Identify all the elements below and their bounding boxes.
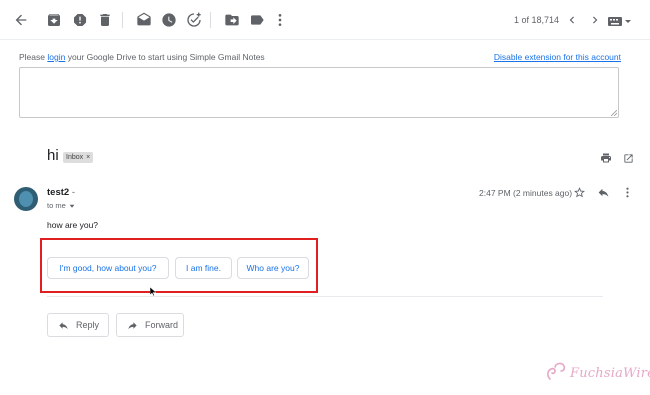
report-spam-icon[interactable] bbox=[72, 12, 88, 28]
more-vert-icon[interactable] bbox=[272, 12, 288, 28]
more-vert-icon[interactable] bbox=[621, 186, 634, 199]
sender-name[interactable]: test2 - bbox=[47, 187, 75, 198]
message-time: 2:47 PM (2 minutes ago) bbox=[479, 188, 573, 198]
reply-icon bbox=[59, 321, 68, 329]
toolbar-separator bbox=[210, 12, 211, 28]
smart-reply-1[interactable]: I'm good, how about you? bbox=[47, 257, 169, 279]
smart-reply-2[interactable]: I am fine. bbox=[175, 257, 232, 279]
notes-prefix: Please bbox=[19, 52, 48, 62]
disable-extension-link[interactable]: Disable extension for this account bbox=[494, 52, 621, 62]
label-remove-icon[interactable]: × bbox=[86, 152, 90, 163]
add-task-icon[interactable] bbox=[186, 12, 202, 28]
move-to-icon[interactable] bbox=[224, 12, 240, 28]
forward-label: Forward bbox=[145, 320, 179, 330]
reply-label: Reply bbox=[76, 320, 100, 330]
login-link[interactable]: login bbox=[47, 52, 65, 62]
sender-dash: - bbox=[69, 187, 75, 198]
reply-button[interactable]: Reply bbox=[47, 313, 109, 337]
recipient-details[interactable]: to me bbox=[47, 201, 75, 210]
avatar[interactable] bbox=[14, 187, 38, 211]
watermark: FuchsiaWire bbox=[546, 361, 650, 386]
email-subject: hi bbox=[47, 147, 59, 164]
toolbar-separator bbox=[122, 12, 123, 28]
notes-textarea[interactable] bbox=[19, 67, 619, 118]
recipient-text: to me bbox=[47, 201, 66, 210]
archive-icon[interactable] bbox=[46, 12, 62, 28]
fuchsiawire-logo-icon bbox=[546, 361, 568, 386]
forward-button[interactable]: Forward bbox=[116, 313, 184, 337]
notes-bar: Please login your Google Drive to start … bbox=[19, 52, 621, 62]
toolbar: 1 of 18,714 bbox=[0, 0, 650, 40]
print-icon[interactable] bbox=[600, 151, 612, 163]
input-tools-icon[interactable] bbox=[608, 14, 632, 28]
caret-down-icon bbox=[69, 204, 75, 208]
pagination-count: 1 of 18,714 bbox=[514, 15, 560, 25]
watermark-text: FuchsiaWire bbox=[570, 366, 650, 381]
open-in-new-window-icon[interactable] bbox=[623, 151, 634, 163]
chevron-right-icon[interactable] bbox=[588, 13, 602, 27]
forward-icon bbox=[128, 321, 137, 329]
resize-handle-icon[interactable] bbox=[611, 110, 617, 116]
delete-icon[interactable] bbox=[97, 12, 113, 28]
reply-icon[interactable] bbox=[597, 186, 610, 199]
sender-name-text: test2 bbox=[47, 187, 70, 198]
snooze-icon[interactable] bbox=[161, 12, 177, 28]
label-text: Inbox bbox=[66, 154, 84, 161]
inbox-label-chip: Inbox × bbox=[63, 152, 94, 163]
label-icon[interactable] bbox=[249, 12, 265, 28]
notes-suffix: your Google Drive to start using Simple … bbox=[65, 52, 265, 62]
divider bbox=[47, 296, 603, 297]
avatar-graphic bbox=[19, 191, 33, 207]
message-body: how are you? bbox=[47, 220, 99, 230]
smart-reply-3[interactable]: Who are you? bbox=[237, 257, 309, 279]
mark-unread-icon[interactable] bbox=[136, 12, 152, 28]
star-icon[interactable] bbox=[573, 186, 586, 199]
chevron-left-icon[interactable] bbox=[565, 13, 579, 27]
back-arrow-icon[interactable] bbox=[13, 12, 29, 28]
